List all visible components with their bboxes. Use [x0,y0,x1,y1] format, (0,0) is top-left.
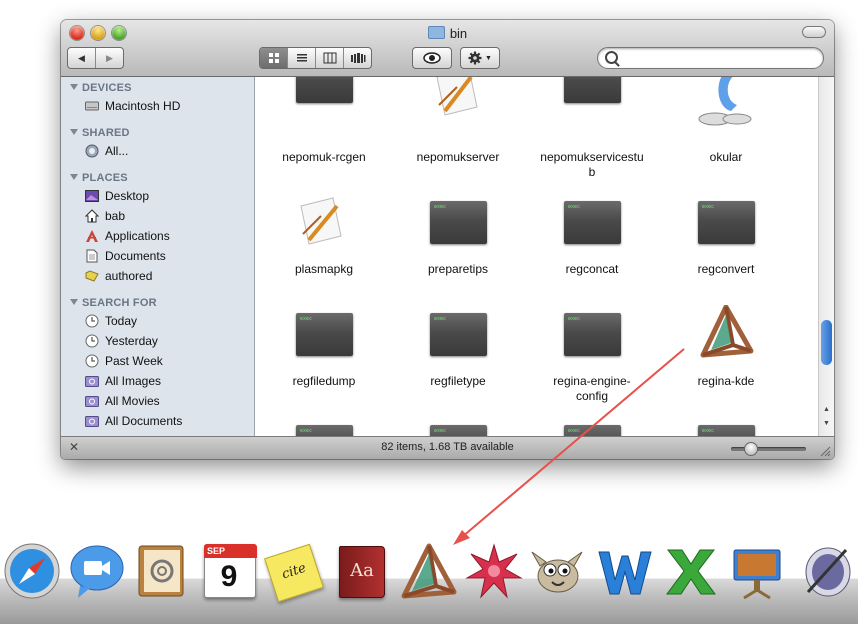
regina-icon[interactable] [400,542,458,600]
ichat-icon[interactable] [68,542,126,600]
citeulike-icon[interactable]: cite [264,542,324,603]
address-book-icon[interactable] [133,542,191,600]
ical-day: 9 [220,560,238,593]
annotation-arrow [453,348,685,545]
safari-icon[interactable] [3,542,61,600]
ical-month: SEP [204,544,257,558]
dictionary-text: Aa [350,560,374,581]
keynote-icon[interactable] [728,542,786,600]
gimp-icon[interactable] [528,542,586,600]
mathematica-icon[interactable] [465,542,523,600]
dictionary-icon[interactable]: Aa [333,542,391,600]
preview-icon[interactable] [796,542,854,600]
ical-icon[interactable]: SEP 9 [200,542,258,600]
excel-icon[interactable] [662,542,720,600]
word-icon[interactable] [596,542,654,600]
